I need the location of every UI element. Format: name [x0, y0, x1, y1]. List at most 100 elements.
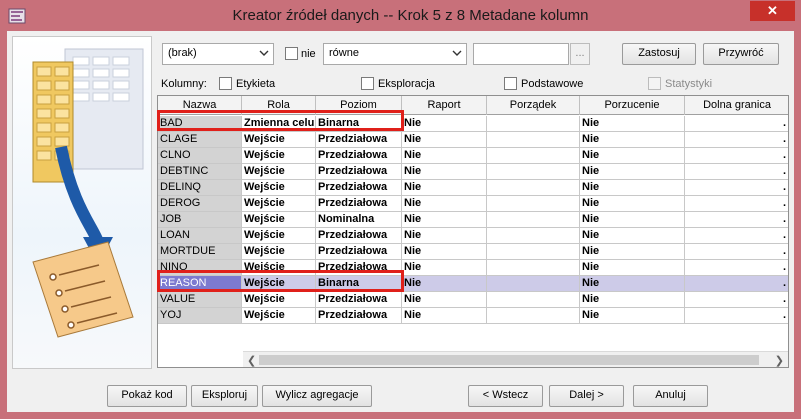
cell-report[interactable]: Nie — [402, 132, 487, 148]
compute-aggregations-button[interactable]: Wylicz agregacje — [262, 385, 372, 407]
cell-order[interactable] — [487, 228, 580, 244]
header-porzadek[interactable]: Porządek — [487, 96, 580, 115]
table-row[interactable]: DEBTINC Wejście Przedziałowa Nie Nie. — [158, 164, 788, 180]
cell-name[interactable]: DEROG — [158, 196, 242, 212]
cell-role[interactable]: Wejście — [242, 244, 316, 260]
cell-level[interactable]: Przedziałowa — [316, 228, 402, 244]
cell-name[interactable]: CLNO — [158, 148, 242, 164]
cell-drop[interactable]: Nie — [580, 292, 685, 308]
cell-name[interactable]: DELINQ — [158, 180, 242, 196]
horizontal-scrollbar[interactable]: ❮ ❯ — [243, 351, 788, 367]
table-row[interactable]: CLNO Wejście Przedziałowa Nie Nie. — [158, 148, 788, 164]
cell-lower-bound[interactable]: . — [685, 212, 788, 228]
cell-role[interactable]: Wejście — [242, 196, 316, 212]
cell-name[interactable]: MORTDUE — [158, 244, 242, 260]
cell-order[interactable] — [487, 260, 580, 276]
reset-button[interactable]: Przywróć — [703, 43, 779, 65]
cell-order[interactable] — [487, 164, 580, 180]
etykieta-checkbox[interactable] — [219, 77, 232, 90]
cell-lower-bound[interactable]: . — [685, 276, 788, 292]
cell-order[interactable] — [487, 308, 580, 324]
cell-level[interactable]: Przedziałowa — [316, 292, 402, 308]
cell-lower-bound[interactable]: . — [685, 116, 788, 132]
cell-order[interactable] — [487, 196, 580, 212]
table-row[interactable]: VALUE Wejście Przedziałowa Nie Nie. — [158, 292, 788, 308]
table-row[interactable]: LOAN Wejście Przedziałowa Nie Nie. — [158, 228, 788, 244]
cell-lower-bound[interactable]: . — [685, 308, 788, 324]
table-row[interactable]: MORTDUE Wejście Przedziałowa Nie Nie. — [158, 244, 788, 260]
scroll-thumb[interactable] — [259, 355, 759, 365]
cell-report[interactable]: Nie — [402, 164, 487, 180]
cell-order[interactable] — [487, 292, 580, 308]
table-row[interactable]: CLAGE Wejście Przedziałowa Nie Nie. — [158, 132, 788, 148]
cell-lower-bound[interactable]: . — [685, 180, 788, 196]
cell-order[interactable] — [487, 116, 580, 132]
cell-report[interactable]: Nie — [402, 116, 487, 132]
next-button[interactable]: Dalej > — [549, 385, 624, 407]
cell-name[interactable]: JOB — [158, 212, 242, 228]
scroll-right-icon[interactable]: ❯ — [775, 354, 784, 367]
cell-name[interactable]: LOAN — [158, 228, 242, 244]
cell-report[interactable]: Nie — [402, 180, 487, 196]
cell-report[interactable]: Nie — [402, 260, 487, 276]
header-raport[interactable]: Raport — [402, 96, 487, 115]
header-dolna-granica[interactable]: Dolna granica — [685, 96, 788, 115]
cell-name[interactable]: VALUE — [158, 292, 242, 308]
cell-level[interactable]: Przedziałowa — [316, 180, 402, 196]
cell-report[interactable]: Nie — [402, 292, 487, 308]
cancel-button[interactable]: Anuluj — [633, 385, 708, 407]
cell-lower-bound[interactable]: . — [685, 196, 788, 212]
cell-role[interactable]: Wejście — [242, 212, 316, 228]
header-porzucenie[interactable]: Porzucenie — [580, 96, 685, 115]
cell-role[interactable]: Wejście — [242, 148, 316, 164]
cell-order[interactable] — [487, 212, 580, 228]
cell-role[interactable]: Wejście — [242, 292, 316, 308]
cell-level[interactable]: Nominalna — [316, 212, 402, 228]
cell-lower-bound[interactable]: . — [685, 260, 788, 276]
cell-report[interactable]: Nie — [402, 228, 487, 244]
cell-level[interactable]: Przedziałowa — [316, 148, 402, 164]
cell-drop[interactable]: Nie — [580, 244, 685, 260]
cell-level[interactable]: Przedziałowa — [316, 132, 402, 148]
cell-lower-bound[interactable]: . — [685, 292, 788, 308]
cell-report[interactable]: Nie — [402, 148, 487, 164]
cell-role[interactable]: Wejście — [242, 180, 316, 196]
cell-name[interactable]: CLAGE — [158, 132, 242, 148]
cell-role[interactable]: Wejście — [242, 308, 316, 324]
close-button[interactable]: ✕ — [750, 1, 795, 21]
cell-drop[interactable]: Nie — [580, 276, 685, 292]
cell-name[interactable]: YOJ — [158, 308, 242, 324]
cell-level[interactable]: Przedziałowa — [316, 164, 402, 180]
cell-order[interactable] — [487, 148, 580, 164]
cell-role[interactable]: Wejście — [242, 164, 316, 180]
cell-order[interactable] — [487, 244, 580, 260]
metadata-table[interactable]: Nazwa Rola Poziom Raport Porządek Porzuc… — [157, 95, 789, 368]
cell-name[interactable]: DEBTINC — [158, 164, 242, 180]
cell-lower-bound[interactable]: . — [685, 132, 788, 148]
filter-condition-combo[interactable]: równe — [323, 43, 467, 65]
cell-drop[interactable]: Nie — [580, 132, 685, 148]
cell-drop[interactable]: Nie — [580, 308, 685, 324]
cell-lower-bound[interactable]: . — [685, 244, 788, 260]
cell-level[interactable]: Przedziałowa — [316, 308, 402, 324]
filter-value-input[interactable] — [473, 43, 569, 65]
title-bar[interactable]: Kreator źródeł danych -- Krok 5 z 8 Meta… — [0, 0, 801, 32]
eksploracja-checkbox[interactable] — [361, 77, 374, 90]
cell-role[interactable]: Wejście — [242, 228, 316, 244]
scroll-left-icon[interactable]: ❮ — [247, 354, 256, 367]
cell-drop[interactable]: Nie — [580, 260, 685, 276]
back-button[interactable]: < Wstecz — [468, 385, 543, 407]
cell-drop[interactable]: Nie — [580, 164, 685, 180]
cell-lower-bound[interactable]: . — [685, 148, 788, 164]
cell-level[interactable]: Przedziałowa — [316, 244, 402, 260]
cell-drop[interactable]: Nie — [580, 180, 685, 196]
nie-checkbox[interactable] — [285, 47, 298, 60]
cell-lower-bound[interactable]: . — [685, 164, 788, 180]
table-row[interactable]: YOJ Wejście Przedziałowa Nie Nie. — [158, 308, 788, 324]
cell-report[interactable]: Nie — [402, 196, 487, 212]
apply-button[interactable]: Zastosuj — [622, 43, 696, 65]
cell-level[interactable]: Przedziałowa — [316, 196, 402, 212]
cell-drop[interactable]: Nie — [580, 148, 685, 164]
filter-column-combo[interactable]: (brak) — [162, 43, 274, 65]
cell-report[interactable]: Nie — [402, 276, 487, 292]
